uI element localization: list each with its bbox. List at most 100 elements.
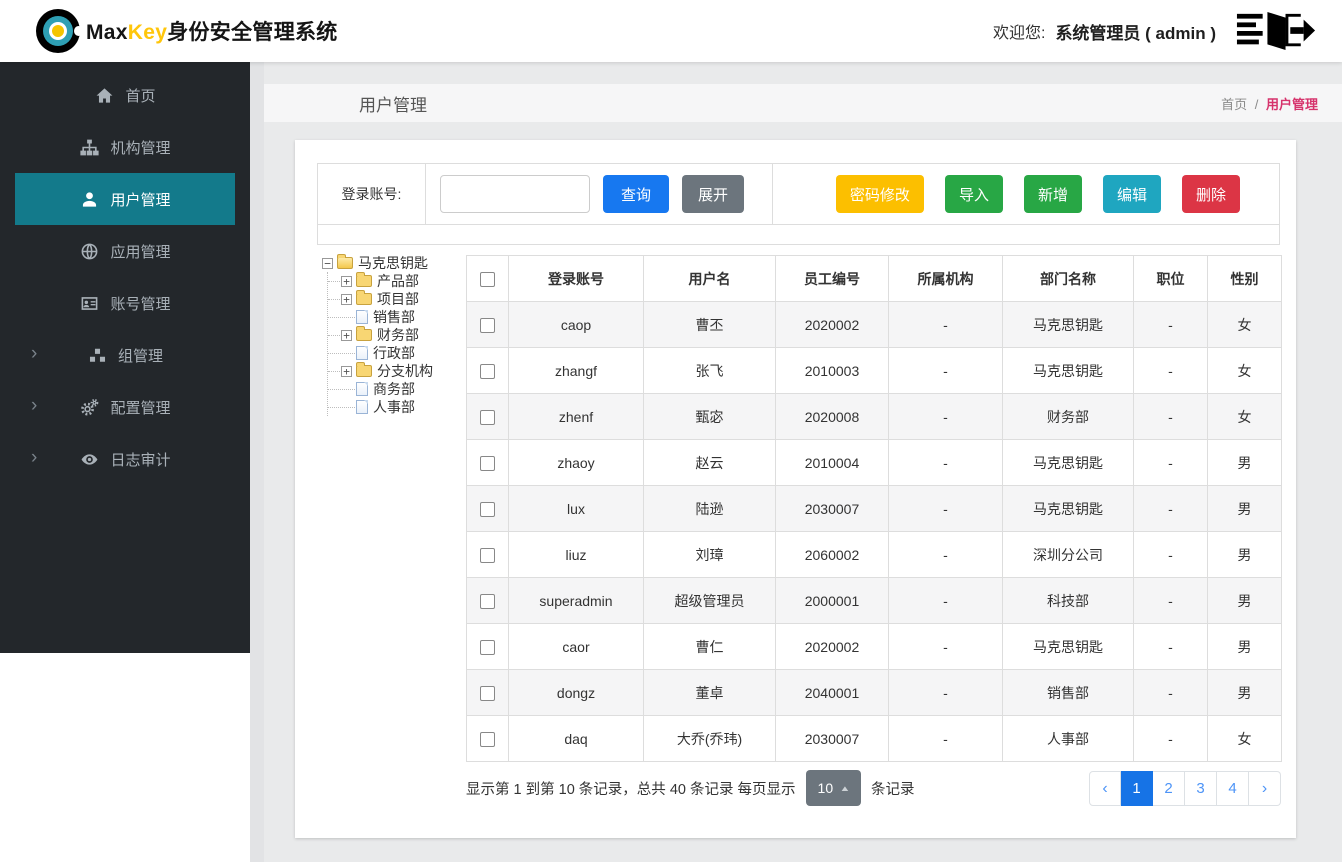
table-row[interactable]: zhaoy 赵云 2010004- 马克思钥匙 - 男 [466, 439, 1282, 486]
table-row[interactable]: zhangf 张飞 2010003- 马克思钥匙 - 女 [466, 347, 1282, 394]
table-cell: 甄宓 [643, 393, 776, 440]
file-icon [356, 400, 368, 414]
table-cell: - [1133, 623, 1208, 670]
login-account-input[interactable] [440, 175, 590, 213]
next-page-button[interactable]: › [1249, 771, 1281, 806]
row-checkbox[interactable] [480, 363, 495, 379]
row-checkbox[interactable] [480, 731, 495, 747]
tree-collapse-icon[interactable]: − [322, 257, 333, 269]
tree-node-label[interactable]: 马克思钥匙 [358, 253, 428, 273]
select-all-checkbox[interactable] [480, 271, 495, 287]
row-checkbox[interactable] [480, 639, 495, 655]
row-checkbox[interactable] [480, 593, 495, 609]
page-button-2[interactable]: 2 [1153, 771, 1185, 806]
content-card: 登录账号: 查询 展开 密码修改 导入 新增 编辑 删除 − 马克思钥匙 + 产品部 + 项目部销… [295, 140, 1296, 838]
table-row[interactable]: caor 曹仁 2020002- 马克思钥匙 - 男 [466, 623, 1282, 670]
tree-expand-icon[interactable]: + [341, 275, 352, 287]
idcard-icon [79, 293, 100, 314]
tree-node-label[interactable]: 销售部 [373, 307, 415, 327]
logout-icon[interactable] [1236, 11, 1316, 51]
table-row[interactable]: superadmin 超级管理员 2000001- 科技部 - 男 [466, 577, 1282, 624]
tree-node-label[interactable]: 项目部 [377, 289, 419, 309]
delete-button[interactable]: 删除 [1181, 175, 1240, 213]
breadcrumb-home-link[interactable]: 首页 [1221, 97, 1247, 112]
tree-node-label[interactable]: 分支机构 [377, 361, 433, 381]
row-checkbox[interactable] [480, 547, 495, 563]
gears-icon [79, 397, 100, 418]
sidebar-item-app[interactable]: 应用管理 [15, 225, 235, 277]
table-cell: 张飞 [643, 347, 776, 394]
table-cell: 马克思钥匙 [1002, 439, 1134, 486]
topbar-right: 欢迎您: 系统管理员 ( admin ) [993, 0, 1316, 62]
table-cell: dongz [508, 669, 644, 716]
tree-node-label[interactable]: 商务部 [373, 379, 415, 399]
table-row[interactable]: dongz 董卓 2040001- 销售部 - 男 [466, 669, 1282, 716]
table-cell: superadmin [508, 577, 644, 624]
sidebar-item-account[interactable]: 账号管理 [15, 277, 235, 329]
sidebar-item-label: 账号管理 [110, 295, 171, 313]
eye-icon [79, 449, 100, 470]
table-row[interactable]: daq 大乔(乔玮) 2030007- 人事部 - 女 [466, 715, 1282, 762]
table-cell: 女 [1207, 393, 1282, 440]
table-cell: 深圳分公司 [1002, 531, 1134, 578]
table-cell: zhaoy [508, 439, 644, 486]
folder-open-icon [337, 254, 353, 269]
sidebar-item-label: 机构管理 [110, 139, 171, 157]
row-checkbox[interactable] [480, 317, 495, 333]
import-button[interactable]: 导入 [944, 175, 1003, 213]
table-cell: 2060002 [775, 531, 889, 578]
brand: MaxKey身份安全管理系统 [36, 9, 338, 53]
brand-suffix: 身份安全管理系统 [167, 21, 338, 44]
row-checkbox[interactable] [480, 409, 495, 425]
page-header: 用户管理 首页 / 用户管理 [264, 84, 1342, 122]
table-row[interactable]: caop 曹丕 2020002- 马克思钥匙 - 女 [466, 301, 1282, 348]
edit-button[interactable]: 编辑 [1102, 175, 1161, 213]
sidebar-item-audit[interactable]: › 日志审计 [15, 433, 235, 485]
tree-expand-icon[interactable]: + [341, 365, 352, 377]
sidebar-item-org[interactable]: 机构管理 [15, 121, 235, 173]
password-modify-button[interactable]: 密码修改 [835, 175, 924, 213]
user-icon [79, 189, 100, 210]
page-button-1[interactable]: 1 [1121, 771, 1153, 806]
page-button-4[interactable]: 4 [1217, 771, 1249, 806]
tree-node-label[interactable]: 行政部 [373, 343, 415, 363]
sidebar-item-config[interactable]: › 配置管理 [15, 381, 235, 433]
sidebar-item-user[interactable]: 用户管理 [15, 173, 235, 225]
tree-expand-icon[interactable]: + [341, 329, 352, 341]
table-cell: daq [508, 715, 644, 762]
tree-node-label[interactable]: 财务部 [377, 325, 419, 345]
column-header: 部门名称 [1002, 255, 1134, 302]
filter-controls: 查询 展开 [426, 164, 773, 224]
add-button[interactable]: 新增 [1023, 175, 1082, 213]
table-header-row: 登录账号 用户名 员工编号 所属机构 部门名称 职位 性别 [466, 255, 1282, 302]
table-row[interactable]: liuz 刘璋 2060002- 深圳分公司 - 男 [466, 531, 1282, 578]
table-row[interactable]: zhenf 甄宓 2020008- 财务部 - 女 [466, 393, 1282, 440]
sidebar-item-home[interactable]: 首页 [15, 69, 235, 121]
sidebar-item-label: 组管理 [117, 347, 163, 365]
table-cell: 马克思钥匙 [1002, 347, 1134, 394]
row-checkbox[interactable] [480, 501, 495, 517]
page-size-dropdown[interactable]: 10 ▲ [805, 770, 862, 806]
tree-node-label[interactable]: 人事部 [373, 397, 415, 417]
tree-node-label[interactable]: 产品部 [377, 271, 419, 291]
table-cell: 女 [1207, 301, 1282, 348]
user-table: 登录账号 用户名 员工编号 所属机构 部门名称 职位 性别 caop 曹丕 2020002- 马克思… [466, 255, 1282, 762]
table-cell: 刘璋 [643, 531, 776, 578]
pagination-info-before: 显示第 1 到第 10 条记录，总共 40 条记录 每页显示 [466, 781, 796, 798]
expand-button[interactable]: 展开 [682, 175, 744, 213]
row-checkbox[interactable] [480, 455, 495, 471]
table-cell: 马克思钥匙 [1002, 623, 1134, 670]
breadcrumb-current: 用户管理 [1265, 96, 1318, 112]
prev-page-button[interactable]: ‹ [1089, 771, 1121, 806]
table-row[interactable]: lux 陆逊 2030007- 马克思钥匙 - 男 [466, 485, 1282, 532]
table-cell: - [888, 715, 1003, 762]
table-cell: - [888, 347, 1003, 394]
row-checkbox[interactable] [480, 685, 495, 701]
page-button-3[interactable]: 3 [1185, 771, 1217, 806]
tree-expand-icon[interactable]: + [341, 293, 352, 305]
search-button[interactable]: 查询 [603, 175, 669, 213]
table-cell: - [1133, 669, 1208, 716]
sidebar-item-group[interactable]: › 组管理 [15, 329, 235, 381]
sidebar-item-label: 应用管理 [110, 243, 171, 261]
breadcrumb-separator: / [1254, 96, 1259, 112]
